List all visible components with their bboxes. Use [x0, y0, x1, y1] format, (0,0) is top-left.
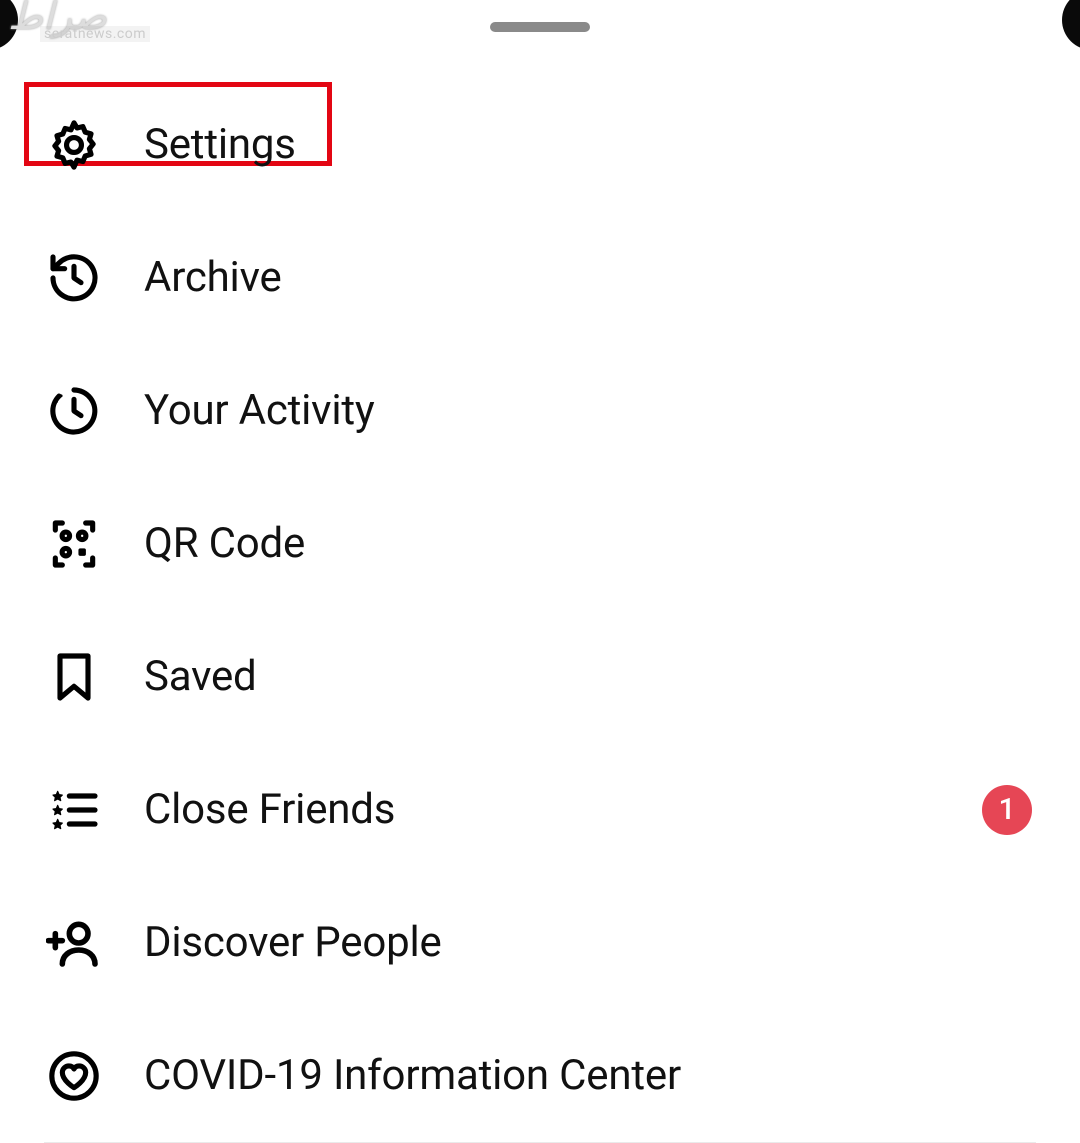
menu-label: Saved	[144, 652, 257, 701]
clock-dotted-icon	[44, 381, 104, 441]
menu-list: Settings Archive Your Activity	[0, 78, 1080, 1143]
menu-item-activity[interactable]: Your Activity	[0, 344, 1080, 477]
watermark-text: seratnews.com	[40, 26, 150, 42]
menu-label: Your Activity	[144, 386, 375, 435]
rounded-corner-right	[1062, 0, 1080, 50]
notification-badge: 1	[982, 785, 1032, 835]
menu-label: Discover People	[144, 918, 442, 967]
menu-label: COVID-19 Information Center	[144, 1051, 681, 1100]
menu-item-archive[interactable]: Archive	[0, 211, 1080, 344]
menu-item-qrcode[interactable]: QR Code	[0, 477, 1080, 610]
star-list-icon	[44, 780, 104, 840]
menu-label: Close Friends	[144, 785, 395, 834]
heart-circle-icon	[44, 1046, 104, 1106]
menu-label: Archive	[144, 253, 282, 302]
menu-item-settings[interactable]: Settings	[0, 78, 1080, 211]
menu-label: QR Code	[144, 519, 305, 568]
menu-label: Settings	[144, 120, 296, 169]
menu-item-covid[interactable]: COVID-19 Information Center	[0, 1009, 1080, 1142]
qr-code-icon	[44, 514, 104, 574]
sheet-drag-handle[interactable]	[490, 22, 590, 32]
gear-icon	[44, 115, 104, 175]
menu-item-discover[interactable]: Discover People	[0, 876, 1080, 1009]
history-icon	[44, 248, 104, 308]
menu-item-saved[interactable]: Saved	[0, 610, 1080, 743]
add-person-icon	[44, 913, 104, 973]
menu-item-close-friends[interactable]: Close Friends 1	[0, 743, 1080, 876]
bookmark-icon	[44, 647, 104, 707]
